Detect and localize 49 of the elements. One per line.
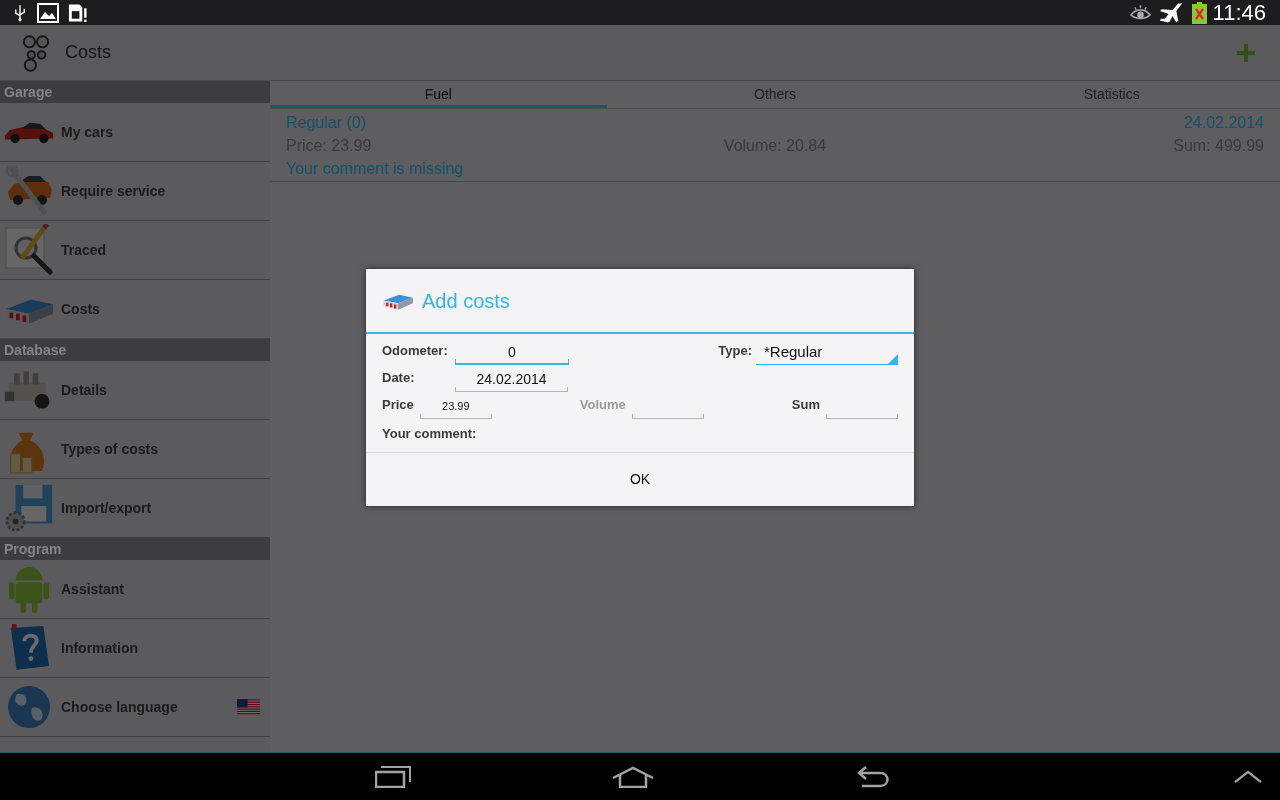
ok-button[interactable]: OK bbox=[366, 453, 914, 506]
eye-icon bbox=[1129, 4, 1151, 21]
entry-comment: Your comment is missing bbox=[286, 159, 464, 179]
plus-icon bbox=[1237, 43, 1255, 62]
field-label: Type: bbox=[718, 341, 752, 360]
section-header: Database bbox=[0, 339, 270, 361]
section-header: Garage bbox=[0, 81, 270, 103]
field-label: Date: bbox=[382, 368, 416, 387]
back-icon bbox=[856, 765, 890, 788]
entry-title: Regular (0) bbox=[286, 113, 367, 133]
globe-icon bbox=[7, 685, 51, 729]
recent-apps-icon bbox=[375, 765, 411, 788]
input-field[interactable]: 24.02.2014 bbox=[455, 368, 568, 392]
tab[interactable]: Statistics bbox=[943, 81, 1280, 108]
sidebar-item[interactable]: Types of costs bbox=[0, 420, 270, 479]
field-label: Sum bbox=[791, 395, 820, 414]
field-label: Volume bbox=[579, 395, 626, 414]
flag-icon bbox=[237, 699, 260, 715]
entry-date: 24.02.2014 bbox=[1183, 113, 1264, 133]
image-icon bbox=[37, 2, 59, 23]
app-title: Costs bbox=[65, 41, 111, 64]
sidebar-item[interactable]: Assistant bbox=[0, 560, 270, 619]
input-field[interactable]: 0 bbox=[455, 341, 569, 365]
car-wrench-icon bbox=[4, 166, 54, 216]
field-label: Odometer: bbox=[382, 341, 449, 360]
field-label: Price bbox=[382, 395, 414, 414]
airplane-icon bbox=[1158, 1, 1184, 24]
wheels-logo-icon bbox=[22, 33, 50, 72]
caret-up-icon bbox=[1234, 770, 1262, 783]
floppy-gear-icon bbox=[4, 483, 54, 533]
clock-time: 11:46 bbox=[1212, 1, 1266, 24]
sidebar-item[interactable]: My cars bbox=[0, 103, 270, 162]
type-dropdown[interactable]: *Regular bbox=[756, 341, 898, 365]
sidebar-item[interactable]: Traced bbox=[0, 221, 270, 280]
tab[interactable]: Others bbox=[606, 81, 944, 108]
sidebar-item[interactable]: Details bbox=[0, 361, 270, 420]
tab[interactable]: Fuel bbox=[270, 81, 607, 108]
input-field[interactable]: 23.99 bbox=[419, 395, 492, 419]
usb-icon bbox=[14, 3, 26, 22]
sidebar-item[interactable]: Choose language bbox=[0, 678, 270, 737]
dropdown-corner-icon bbox=[888, 354, 898, 364]
sidebar-item[interactable]: Require service bbox=[0, 162, 270, 221]
field-label: Your comment: bbox=[382, 424, 477, 443]
home-icon bbox=[611, 765, 655, 788]
magnifier-pencil-icon bbox=[4, 224, 54, 276]
sidebar-item[interactable]: Information bbox=[0, 619, 270, 678]
battery-icon bbox=[1191, 1, 1207, 24]
dialog-title: Add costs bbox=[422, 288, 510, 314]
section-header: Program bbox=[0, 538, 270, 560]
